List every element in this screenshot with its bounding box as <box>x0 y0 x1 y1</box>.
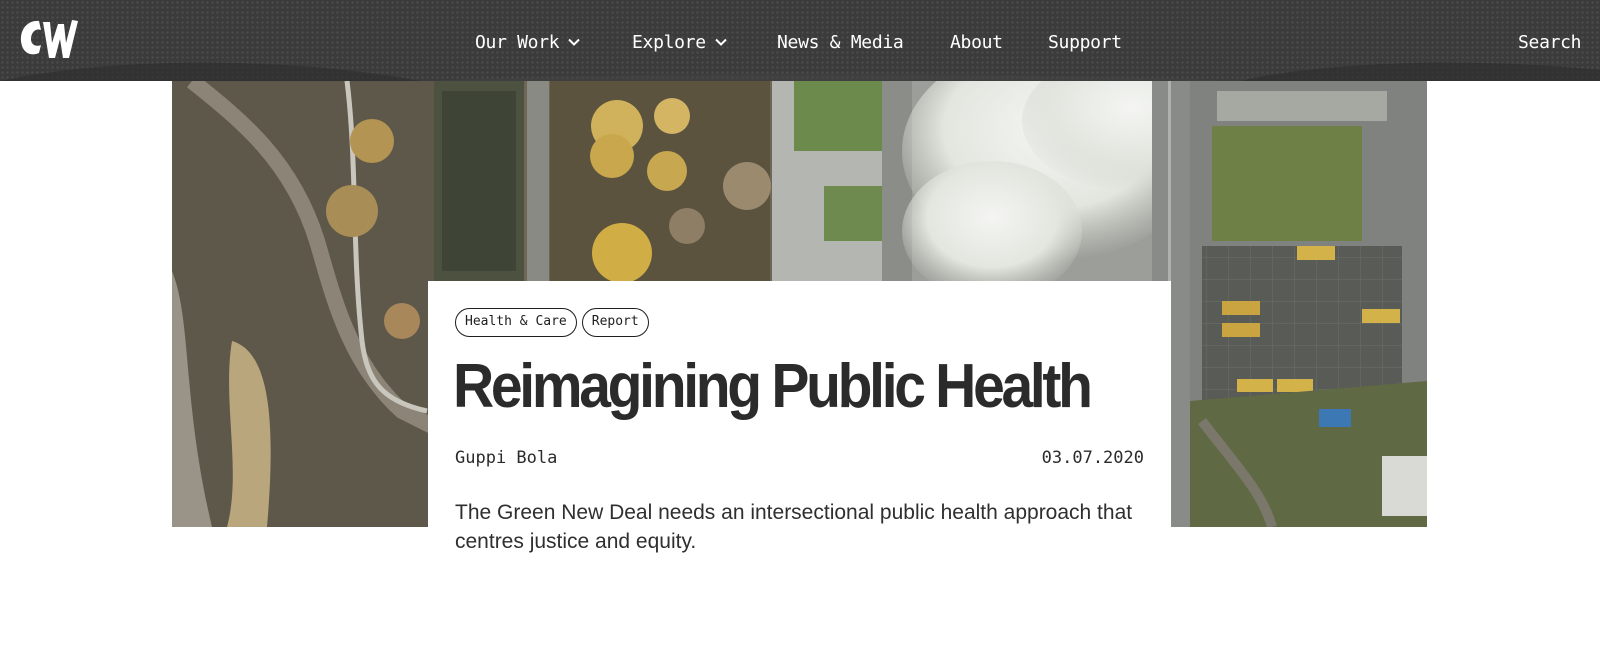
chevron-down-icon <box>568 38 581 46</box>
nav-support[interactable]: Support <box>1048 30 1122 54</box>
nav-about-label: About <box>950 31 1003 53</box>
article-author[interactable]: Guppi Bola <box>455 448 557 468</box>
nav-news-media[interactable]: News & Media <box>777 30 904 54</box>
site-header: Our Work Explore News & Media About Supp… <box>0 0 1600 81</box>
nav-news-media-label: News & Media <box>777 31 904 53</box>
nav-our-work[interactable]: Our Work <box>475 30 581 54</box>
search-link[interactable]: Search <box>1518 30 1582 54</box>
tag-report[interactable]: Report <box>581 308 649 337</box>
nav-support-label: Support <box>1048 31 1122 53</box>
search-label: Search <box>1518 31 1582 53</box>
nav-explore[interactable]: Explore <box>632 30 728 54</box>
chevron-down-icon <box>715 38 727 46</box>
nav-our-work-label: Our Work <box>475 31 560 53</box>
article-summary: The Green New Deal needs an intersection… <box>455 501 1133 553</box>
nav-about[interactable]: About <box>950 30 1003 54</box>
tag-health-care[interactable]: Health & Care <box>455 308 577 337</box>
tag-list: Health & Care Report <box>455 308 649 337</box>
main-navigation: Our Work Explore News & Media About Supp… <box>0 0 1600 81</box>
article-title: Reimagining Public Health <box>453 352 1093 421</box>
article-date: 03.07.2020 <box>1041 448 1144 468</box>
nav-explore-label: Explore <box>632 31 706 53</box>
article-card: Health & Care Report Reimagining Public … <box>428 281 1171 581</box>
